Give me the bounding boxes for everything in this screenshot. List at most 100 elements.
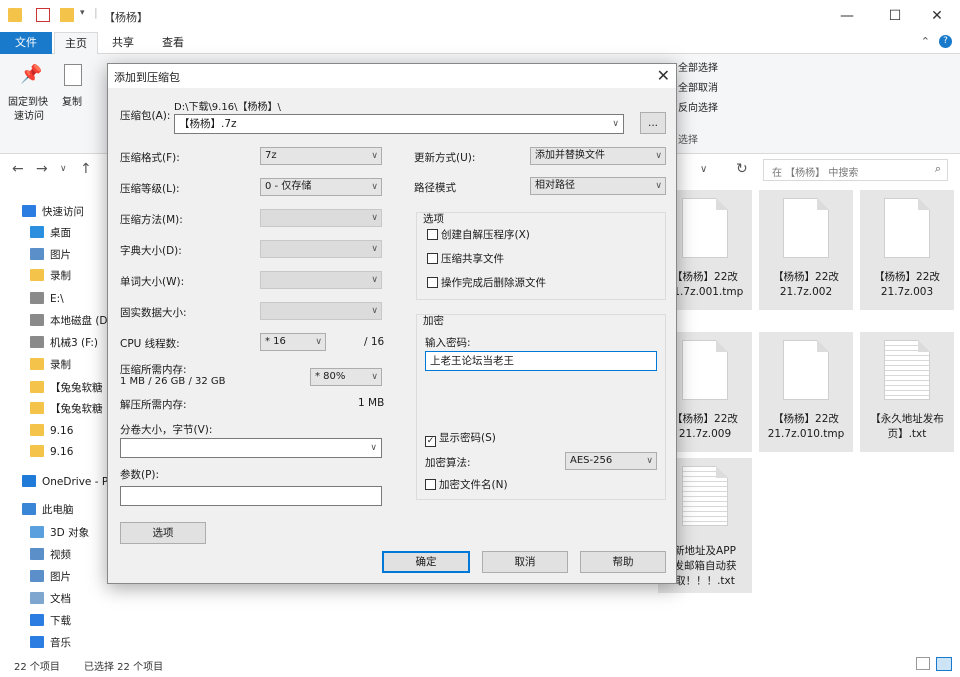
format-label: 压缩格式(F): xyxy=(120,152,180,164)
file-name: 21.7z.009 xyxy=(678,428,732,440)
nav-item[interactable]: 下载 xyxy=(30,611,71,631)
nav-item[interactable]: OneDrive - P xyxy=(22,472,108,492)
cancel-button[interactable]: 取消 xyxy=(482,551,568,573)
file-tile[interactable]: 【永久地址发布 页】.txt xyxy=(860,332,954,452)
browse-button[interactable]: ... xyxy=(640,112,666,134)
nav-item-icon xyxy=(30,314,44,326)
archive-label: 压缩包(A): xyxy=(120,110,171,122)
nav-item[interactable]: 录制 xyxy=(30,355,71,375)
nav-item[interactable]: 本地磁盘 (D xyxy=(30,311,108,331)
word-size-select: ∨ xyxy=(260,271,382,289)
nav-item[interactable]: 图片 xyxy=(30,567,71,587)
nav-item[interactable]: 机械3 (F:) xyxy=(30,333,98,353)
tab-file[interactable]: 文件 xyxy=(0,32,52,54)
file-name: 21.7z.003 xyxy=(880,286,934,298)
encryption-method-select[interactable]: AES-256 ∨ xyxy=(565,452,657,470)
nav-item[interactable]: 图片 xyxy=(30,245,71,265)
new-folder-icon[interactable] xyxy=(60,8,74,22)
pin-label-1[interactable]: 固定到快 xyxy=(8,96,48,109)
nav-item[interactable]: 文档 xyxy=(30,589,71,609)
file-tile[interactable]: 【杨杨】22改 21.7z.002 xyxy=(759,190,853,310)
nav-item[interactable]: 视频 xyxy=(30,545,71,565)
delete-after-checkbox[interactable]: 操作完成后删除源文件 xyxy=(427,275,546,291)
chevron-down-icon[interactable]: ▾ xyxy=(80,8,85,18)
close-button[interactable]: ✕ xyxy=(914,0,960,32)
memory-label: 压缩所需内存: xyxy=(120,364,187,376)
chevron-down-icon[interactable]: ∨ xyxy=(700,164,707,175)
nav-item[interactable]: 桌面 xyxy=(30,223,71,243)
up-arrow-icon[interactable]: ↑ xyxy=(80,161,92,177)
memory-percent-select[interactable]: * 80% ∨ xyxy=(310,368,382,386)
ribbon-tabs: 文件 主页 共享 查看 ⌃ ? xyxy=(0,32,960,54)
encrypt-names-checkbox[interactable]: 加密文件名(N) xyxy=(425,477,508,493)
nav-item[interactable]: 此电脑 xyxy=(22,500,74,520)
nav-item-label: 视频 xyxy=(50,549,71,561)
nav-item[interactable]: 音乐 xyxy=(30,633,71,653)
nav-item[interactable]: 【兔兔软糖 xyxy=(30,399,103,419)
update-mode-select[interactable]: 添加并替换文件 ∨ xyxy=(530,147,666,165)
create-sfx-checkbox[interactable]: 创建自解压程序(X) xyxy=(427,227,530,243)
copy-icon[interactable] xyxy=(64,64,82,86)
path-mode-select[interactable]: 相对路径 ∨ xyxy=(530,177,666,195)
window-title: 【杨杨】 xyxy=(104,11,148,24)
pin-icon[interactable]: 📌 xyxy=(20,64,42,85)
cpu-threads-select[interactable]: * 16 ∨ xyxy=(260,333,326,351)
level-select[interactable]: 0 - 仅存储 ∨ xyxy=(260,178,382,196)
update-mode-value: 添加并替换文件 xyxy=(535,150,605,161)
show-password-checkbox[interactable]: ✓ 显示密码(S) xyxy=(425,430,496,447)
tab-share[interactable]: 共享 xyxy=(102,32,144,54)
help-icon[interactable]: ? xyxy=(939,35,952,48)
select-none-button[interactable]: 全部取消 xyxy=(678,82,718,95)
checkmark-icon: ✓ xyxy=(425,436,436,447)
invert-selection-button[interactable]: 反向选择 xyxy=(678,102,718,115)
compress-shared-label: 压缩共享文件 xyxy=(441,253,504,265)
nav-item[interactable]: 9.16 xyxy=(30,421,73,441)
format-select[interactable]: 7z ∨ xyxy=(260,147,382,165)
file-name: 页】.txt xyxy=(887,428,927,440)
cpu-threads-max: / 16 xyxy=(364,336,385,348)
details-view-icon[interactable] xyxy=(916,657,930,670)
params-input[interactable] xyxy=(120,486,382,506)
nav-item[interactable]: 3D 对象 xyxy=(30,523,89,543)
chevron-down-icon[interactable]: ∨ xyxy=(370,439,377,457)
nav-item[interactable]: E:\ xyxy=(30,289,64,309)
chevron-down-icon: ∨ xyxy=(371,275,378,285)
password-input[interactable]: 上老王论坛当老王 xyxy=(425,351,657,371)
select-all-button[interactable]: 全部选择 xyxy=(678,62,718,75)
chevron-down-icon: ∨ xyxy=(315,337,322,347)
large-icons-view-icon[interactable] xyxy=(936,657,952,671)
file-name: 【杨杨】22改 xyxy=(874,271,940,283)
forward-arrow-icon[interactable]: → xyxy=(36,161,48,177)
archive-name-input[interactable]: 【杨杨】.7z ∨ xyxy=(174,114,624,134)
close-icon[interactable]: ✕ xyxy=(657,66,670,86)
copy-label[interactable]: 复制 xyxy=(62,96,82,109)
chevron-down-icon[interactable]: ∨ xyxy=(60,164,67,174)
pin-label-2[interactable]: 速访问 xyxy=(14,110,44,123)
refresh-icon[interactable]: ↻ xyxy=(736,161,748,177)
file-icon xyxy=(884,198,930,258)
nav-item[interactable]: 【兔兔软糖 xyxy=(30,378,103,398)
method-label: 压缩方法(M): xyxy=(120,214,183,226)
maximize-button[interactable]: ☐ xyxy=(872,0,918,32)
nav-item-icon xyxy=(22,503,36,515)
chevron-up-icon[interactable]: ⌃ xyxy=(921,35,930,48)
file-tile[interactable]: 【杨杨】22改 21.7z.003 xyxy=(860,190,954,310)
chevron-down-icon: ∨ xyxy=(371,151,378,161)
nav-item[interactable]: 9.16 xyxy=(30,442,73,462)
ok-button[interactable]: 确定 xyxy=(382,551,470,573)
tab-home[interactable]: 主页 xyxy=(54,32,98,54)
properties-icon[interactable] xyxy=(36,8,50,22)
split-size-input[interactable]: ∨ xyxy=(120,438,382,458)
search-input[interactable]: 在 【杨杨】 中搜索 ⌕ xyxy=(763,159,948,181)
minimize-button[interactable]: — xyxy=(824,0,870,32)
tab-view[interactable]: 查看 xyxy=(152,32,194,54)
file-tile[interactable]: 【杨杨】22改 21.7z.010.tmp xyxy=(759,332,853,452)
nav-item-icon xyxy=(22,205,36,217)
help-button[interactable]: 帮助 xyxy=(580,551,666,573)
compress-shared-checkbox[interactable]: 压缩共享文件 xyxy=(427,251,504,267)
nav-item[interactable]: 快速访问 xyxy=(22,202,84,222)
back-arrow-icon[interactable]: ← xyxy=(12,161,24,177)
chevron-down-icon[interactable]: ∨ xyxy=(612,115,619,133)
options-button[interactable]: 选项 xyxy=(120,522,206,544)
nav-item[interactable]: 录制 xyxy=(30,266,71,286)
